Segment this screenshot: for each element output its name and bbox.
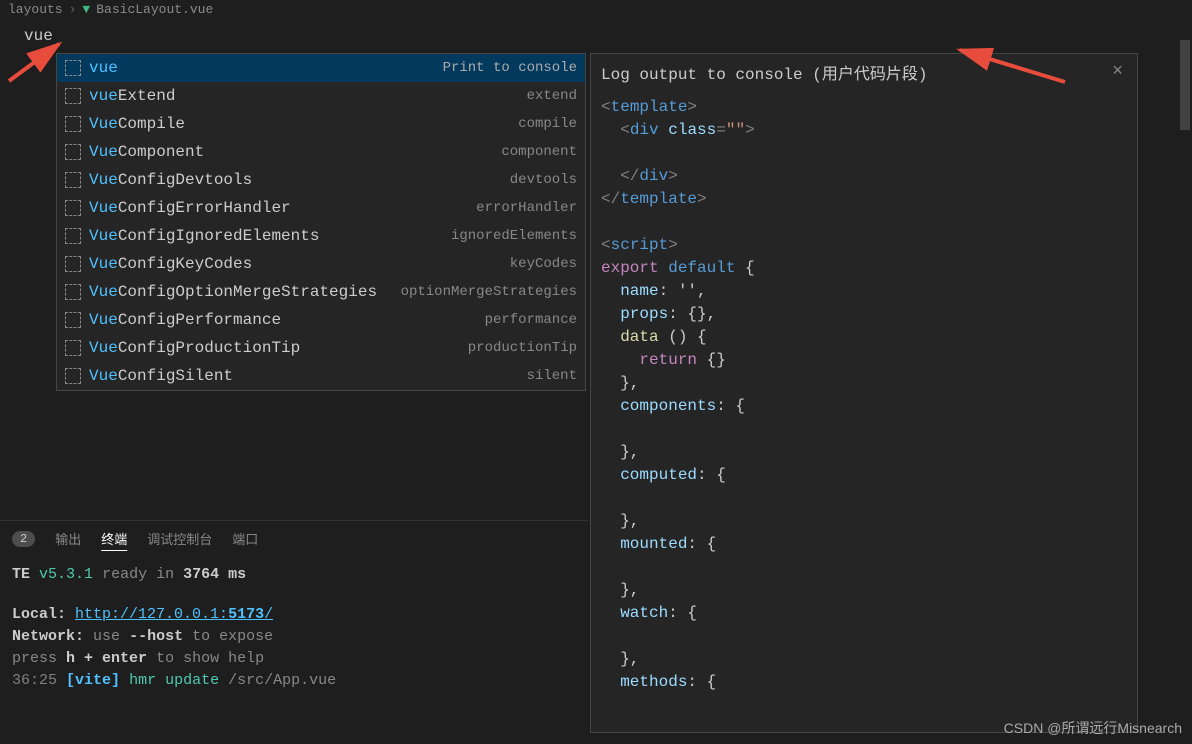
- snippet-icon: [65, 60, 81, 76]
- close-icon[interactable]: ×: [1108, 62, 1127, 82]
- snippet-icon: [65, 312, 81, 328]
- suggestion-detail: devtools: [510, 168, 577, 192]
- suggestion-item[interactable]: VueConfigProductionTipproductionTip: [57, 334, 585, 362]
- documentation-panel: Log output to console (用户代码片段) × <templa…: [590, 53, 1138, 733]
- terminal-output[interactable]: TE v5.3.1 ready in 3764 ms Local: http:/…: [0, 556, 588, 700]
- suggestion-label: VueConfigProductionTip: [89, 336, 468, 360]
- problems-badge[interactable]: 2: [12, 531, 35, 547]
- suggestion-detail: compile: [518, 112, 577, 136]
- suggestion-item[interactable]: vuePrint to console: [57, 54, 585, 82]
- editor-typed-text: vue: [24, 27, 53, 45]
- suggestion-label: VueConfigOptionMergeStrategies: [89, 280, 401, 304]
- suggestion-item[interactable]: VueConfigSilentsilent: [57, 362, 585, 390]
- snippet-icon: [65, 340, 81, 356]
- suggestion-list[interactable]: vuePrint to consolevueExtendextendVueCom…: [56, 53, 586, 391]
- suggestion-item[interactable]: VueConfigKeyCodeskeyCodes: [57, 250, 585, 278]
- snippet-icon: [65, 228, 81, 244]
- suggestion-item[interactable]: vueExtendextend: [57, 82, 585, 110]
- suggestion-detail: extend: [527, 84, 577, 108]
- suggestion-label: VueConfigErrorHandler: [89, 196, 476, 220]
- suggestion-label: vueExtend: [89, 84, 527, 108]
- snippet-icon: [65, 116, 81, 132]
- suggestion-item[interactable]: VueConfigDevtoolsdevtools: [57, 166, 585, 194]
- suggestion-item[interactable]: VueConfigErrorHandlererrorHandler: [57, 194, 585, 222]
- suggestion-label: VueConfigPerformance: [89, 308, 485, 332]
- snippet-icon: [65, 144, 81, 160]
- suggestion-label: VueConfigDevtools: [89, 168, 510, 192]
- scrollbar[interactable]: [1180, 40, 1190, 720]
- snippet-icon: [65, 256, 81, 272]
- doc-code-preview: <template> <div class=""> </div></templa…: [591, 90, 1137, 700]
- suggestion-detail: component: [501, 140, 577, 164]
- suggestion-detail: productionTip: [468, 336, 577, 360]
- suggestion-item[interactable]: VueConfigPerformanceperformance: [57, 306, 585, 334]
- snippet-icon: [65, 368, 81, 384]
- suggestion-item[interactable]: VueCompilecompile: [57, 110, 585, 138]
- terminal-tabs: 2 输出 终端 调试控制台 端口: [0, 521, 588, 556]
- suggestion-detail: silent: [527, 364, 577, 388]
- terminal-tab[interactable]: 输出: [55, 529, 81, 548]
- terminal-panel: 2 输出 终端 调试控制台 端口 TE v5.3.1 ready in 3764 ms…: [0, 520, 588, 744]
- breadcrumb: layouts › ▼ BasicLayout.vue: [0, 0, 1192, 19]
- suggestion-detail: Print to console: [443, 56, 577, 80]
- suggestion-label: VueConfigKeyCodes: [89, 252, 510, 276]
- scrollbar-thumb[interactable]: [1180, 40, 1190, 130]
- suggestion-label: vue: [89, 56, 443, 80]
- snippet-icon: [65, 88, 81, 104]
- suggestion-detail: ignoredElements: [451, 224, 577, 248]
- local-url[interactable]: http://127.0.0.1:5173/: [75, 606, 273, 623]
- snippet-icon: [65, 284, 81, 300]
- breadcrumb-file[interactable]: BasicLayout.vue: [96, 2, 213, 17]
- snippet-icon: [65, 172, 81, 188]
- doc-title: Log output to console (用户代码片段): [601, 60, 927, 84]
- vite-label: TE: [12, 566, 30, 583]
- suggestion-detail: optionMergeStrategies: [401, 280, 577, 304]
- suggestion-item[interactable]: VueComponentcomponent: [57, 138, 585, 166]
- editor[interactable]: vue vuePrint to consolevueExtendextendVu…: [0, 19, 1192, 519]
- suggestion-item[interactable]: VueConfigOptionMergeStrategiesoptionMerg…: [57, 278, 585, 306]
- suggestion-label: VueCompile: [89, 112, 518, 136]
- suggestion-detail: performance: [485, 308, 577, 332]
- watermark: CSDN @所谓远行Misnearch: [1004, 718, 1182, 738]
- suggestion-item[interactable]: VueConfigIgnoredElementsignoredElements: [57, 222, 585, 250]
- vue-file-icon: ▼: [82, 2, 90, 17]
- snippet-icon: [65, 200, 81, 216]
- terminal-tab[interactable]: 终端: [101, 529, 127, 548]
- breadcrumb-folder[interactable]: layouts: [8, 2, 63, 17]
- terminal-tab[interactable]: 端口: [232, 529, 258, 548]
- suggestion-detail: errorHandler: [476, 196, 577, 220]
- terminal-tab[interactable]: 调试控制台: [147, 529, 212, 548]
- suggestion-label: VueComponent: [89, 140, 501, 164]
- suggestion-label: VueConfigSilent: [89, 364, 527, 388]
- suggestion-label: VueConfigIgnoredElements: [89, 224, 451, 248]
- chevron-right-icon: ›: [69, 2, 77, 17]
- suggestion-detail: keyCodes: [510, 252, 577, 276]
